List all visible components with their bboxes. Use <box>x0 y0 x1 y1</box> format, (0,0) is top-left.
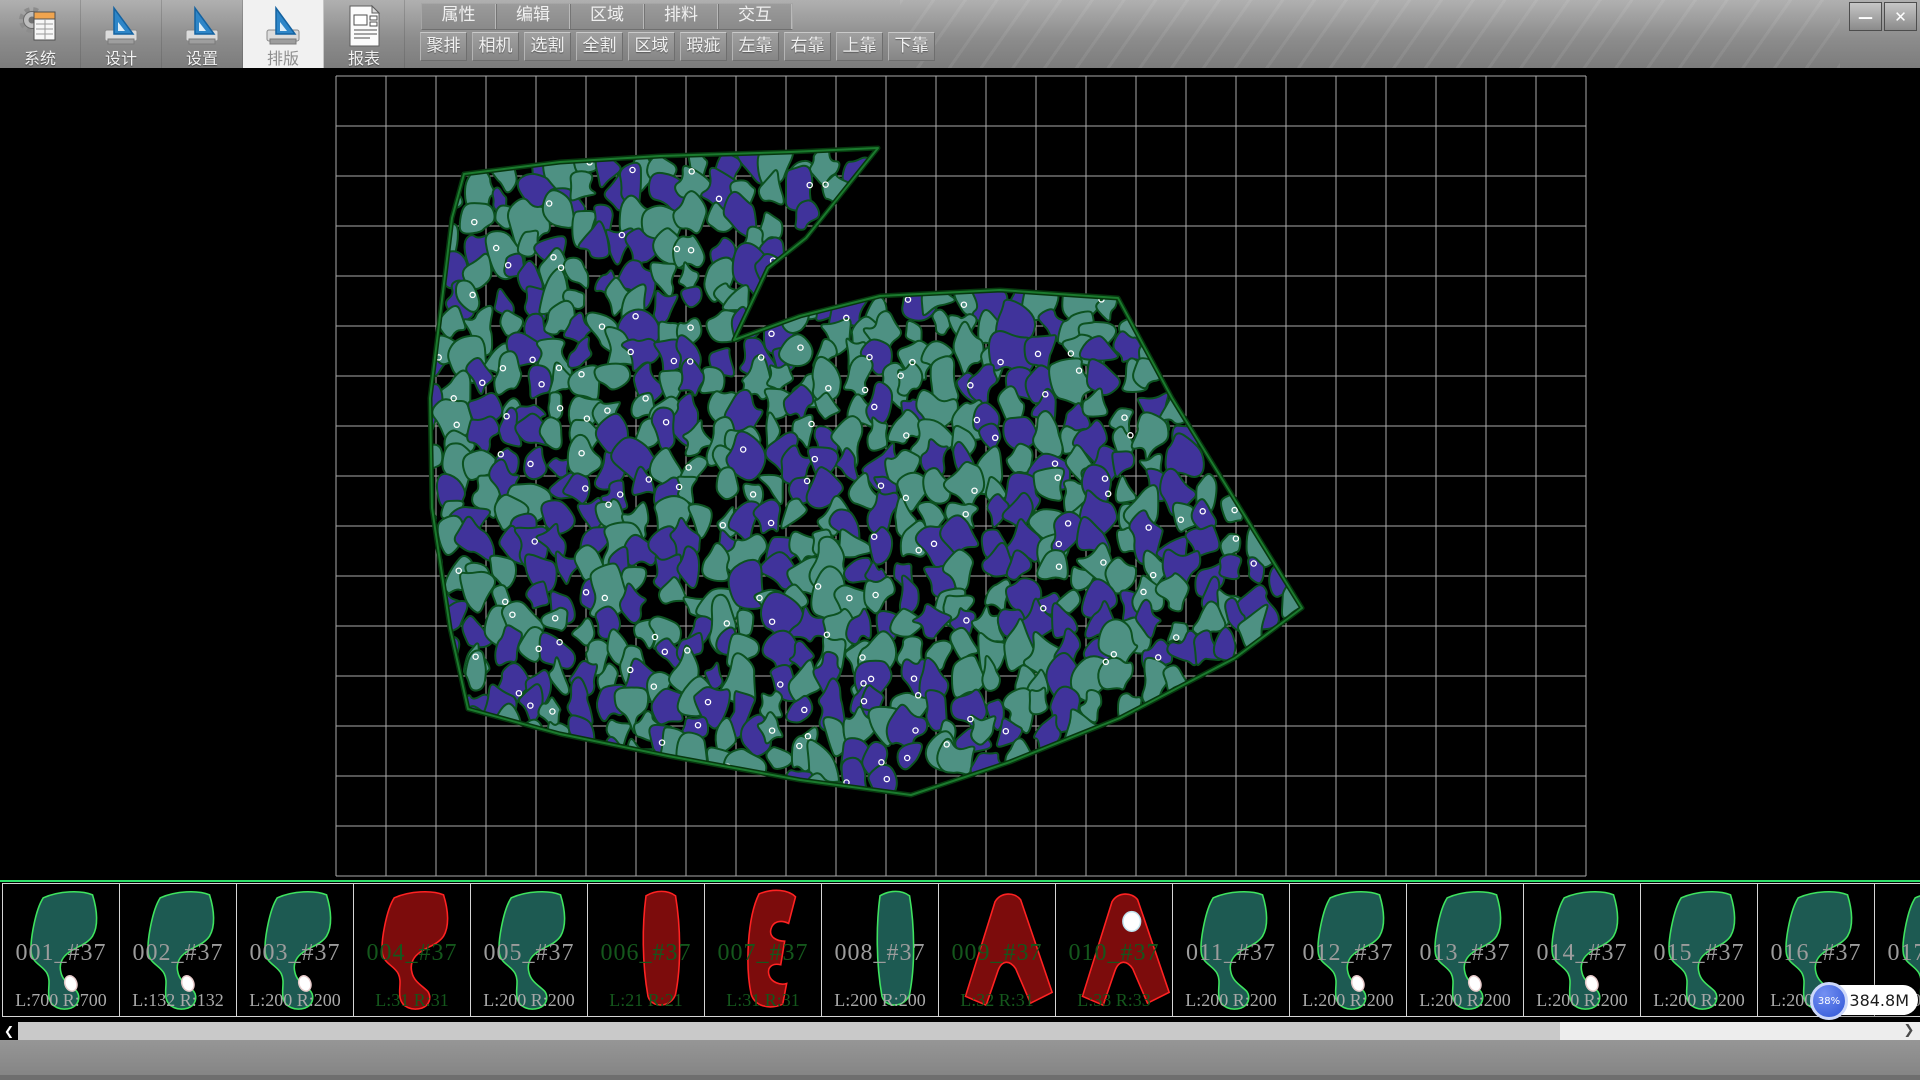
thumbnail-piece-4[interactable]: 004_#37 L:31 R:31 <box>353 883 471 1017</box>
piece-lr-count: L:200 R:200 <box>1407 990 1523 1011</box>
status-bar <box>0 1040 1920 1080</box>
piece-lr-count: L:200 R:200 <box>1290 990 1406 1011</box>
report-icon <box>341 0 387 49</box>
piece-lr-count: L:200 R:200 <box>471 990 587 1011</box>
piece-id-label: 015_#37 <box>1641 940 1757 967</box>
minimize-button[interactable]: — <box>1849 2 1882 31</box>
close-button[interactable]: ✕ <box>1884 2 1917 31</box>
piece-id-label: 001_#37 <box>3 940 119 967</box>
piece-lr-count: L:132 R:132 <box>120 990 236 1011</box>
menu-tab-bar: 属性编辑区域排料交互 <box>421 3 793 30</box>
tool-button-row: 聚排相机选割全割区域瑕疵左靠右靠上靠下靠 <box>420 32 935 61</box>
app-button-label: 排版 <box>267 49 299 68</box>
thumbnail-piece-2[interactable]: 002_#37 L:132 R:132 <box>119 883 237 1017</box>
piece-lr-count: L:200 R:200 <box>1524 990 1640 1011</box>
piece-lr-count: L:31 R:31 <box>354 990 470 1011</box>
app-button-5[interactable]: 报表 <box>324 0 405 68</box>
piece-id-label: 012_#37 <box>1290 940 1406 967</box>
ruler-icon <box>260 0 306 49</box>
app-button-label: 报表 <box>348 49 380 68</box>
thumbnail-piece-12[interactable]: 012_#37 L:200 R:200 <box>1289 883 1407 1017</box>
ruler-icon <box>98 0 144 49</box>
thumbnail-piece-5[interactable]: 005_#37 L:200 R:200 <box>470 883 588 1017</box>
thumbnail-piece-7[interactable]: 007_#37 L:31 R:31 <box>704 883 822 1017</box>
menu-tab-1[interactable]: 属性 <box>422 4 496 29</box>
piece-lr-count: L:200 R:200 <box>237 990 353 1011</box>
memory-usage-badge: 384.8M 38% <box>1810 982 1920 1020</box>
piece-id-label: 006_#37 <box>588 940 704 967</box>
piece-id-label: 009_#37 <box>939 940 1055 967</box>
piece-id-label: 007_#37 <box>705 940 821 967</box>
piece-id-label: 016_#37 <box>1758 940 1874 967</box>
piece-lr-count: L:31 R:31 <box>705 990 821 1011</box>
thumbnail-piece-8[interactable]: 008_#37 L:200 R:200 <box>821 883 939 1017</box>
tool-button-9[interactable]: 上靠 <box>836 32 883 61</box>
piece-lr-count: L:32 R:31 <box>939 990 1055 1011</box>
thumbnail-piece-1[interactable]: 001_#37 L:700 R:700 <box>2 883 120 1017</box>
tool-button-6[interactable]: 瑕疵 <box>680 32 727 61</box>
tool-button-7[interactable]: 左靠 <box>732 32 779 61</box>
piece-lr-count: L:21 R:21 <box>588 990 704 1011</box>
piece-lr-count: L:700 R:700 <box>3 990 119 1011</box>
app-button-label: 系统 <box>24 49 56 68</box>
tool-button-8[interactable]: 右靠 <box>784 32 831 61</box>
piece-id-label: 013_#37 <box>1407 940 1523 967</box>
piece-id-label: 011_#37 <box>1173 940 1289 967</box>
app-mode-bar: 系统 设计 设置 排版 报表 <box>0 0 405 68</box>
scroll-left-arrow-icon[interactable]: ❮ <box>0 1022 18 1040</box>
tool-button-10[interactable]: 下靠 <box>888 32 935 61</box>
nesting-canvas[interactable] <box>0 68 1920 880</box>
thumbnail-piece-11[interactable]: 011_#37 L:200 R:200 <box>1172 883 1290 1017</box>
usage-percent-indicator: 38% <box>1810 982 1848 1020</box>
thumbnail-piece-3[interactable]: 003_#37 L:200 R:200 <box>236 883 354 1017</box>
tool-button-5[interactable]: 区域 <box>628 32 675 61</box>
thumbnail-piece-14[interactable]: 014_#37 L:200 R:200 <box>1523 883 1641 1017</box>
tool-button-1[interactable]: 聚排 <box>420 32 467 61</box>
piece-id-label: 002_#37 <box>120 940 236 967</box>
piece-id-label: 008_#37 <box>822 940 938 967</box>
thumbnail-piece-6[interactable]: 006_#37 L:21 R:21 <box>587 883 705 1017</box>
piece-lr-count: L:200 R:200 <box>1641 990 1757 1011</box>
ruler-icon <box>179 0 225 49</box>
scroll-right-arrow-icon[interactable]: ❯ <box>1900 1022 1918 1040</box>
piece-thumbnail-strip: 001_#37L:700 R:700002_#37L:132 R:132003_… <box>0 880 1920 1022</box>
nesting-drawing <box>0 68 1920 880</box>
thumbnail-piece-10[interactable]: 010_#37 L:33 R:33 <box>1055 883 1173 1017</box>
app-button-2[interactable]: 设计 <box>81 0 162 68</box>
piece-id-label: 005_#37 <box>471 940 587 967</box>
tool-button-3[interactable]: 选割 <box>524 32 571 61</box>
piece-id-label: 017_#37 <box>1875 940 1920 967</box>
piece-lr-count: L:200 R:200 <box>1173 990 1289 1011</box>
menu-tab-5[interactable]: 交互 <box>718 4 792 29</box>
app-button-label: 设计 <box>105 49 137 68</box>
piece-id-label: 003_#37 <box>237 940 353 967</box>
window-controls: — ✕ <box>1849 2 1917 31</box>
scrollbar-thumb[interactable] <box>18 1022 1560 1040</box>
horizontal-scrollbar[interactable]: ❮ ❯ <box>0 1022 1920 1040</box>
thumbnail-piece-13[interactable]: 013_#37 L:200 R:200 <box>1406 883 1524 1017</box>
piece-id-label: 004_#37 <box>354 940 470 967</box>
app-button-1[interactable]: 系统 <box>0 0 81 68</box>
thumbnail-piece-15[interactable]: 015_#37 L:200 R:200 <box>1640 883 1758 1017</box>
piece-lr-count: L:200 R:200 <box>822 990 938 1011</box>
piece-id-label: 014_#37 <box>1524 940 1640 967</box>
system-icon <box>17 0 63 49</box>
tool-button-2[interactable]: 相机 <box>472 32 519 61</box>
app-button-3[interactable]: 设置 <box>162 0 243 68</box>
app-button-4[interactable]: 排版 <box>243 0 324 68</box>
menu-tab-3[interactable]: 区域 <box>570 4 644 29</box>
tool-button-4[interactable]: 全割 <box>576 32 623 61</box>
nested-pieces-layer <box>397 135 1312 821</box>
toolbar-texture <box>900 0 1840 68</box>
menu-tab-2[interactable]: 编辑 <box>496 4 570 29</box>
app-button-label: 设置 <box>186 49 218 68</box>
thumbnail-piece-9[interactable]: 009_#37 L:32 R:31 <box>938 883 1056 1017</box>
piece-lr-count: L:33 R:33 <box>1056 990 1172 1011</box>
application-window: 系统设计设置排版报表 属性编辑区域排料交互 聚排相机选割全割区域瑕疵左靠右靠上靠… <box>0 0 1920 1080</box>
piece-id-label: 010_#37 <box>1056 940 1172 967</box>
menu-tab-4[interactable]: 排料 <box>644 4 718 29</box>
main-toolbar: 系统设计设置排版报表 属性编辑区域排料交互 聚排相机选割全割区域瑕疵左靠右靠上靠… <box>0 0 1920 68</box>
